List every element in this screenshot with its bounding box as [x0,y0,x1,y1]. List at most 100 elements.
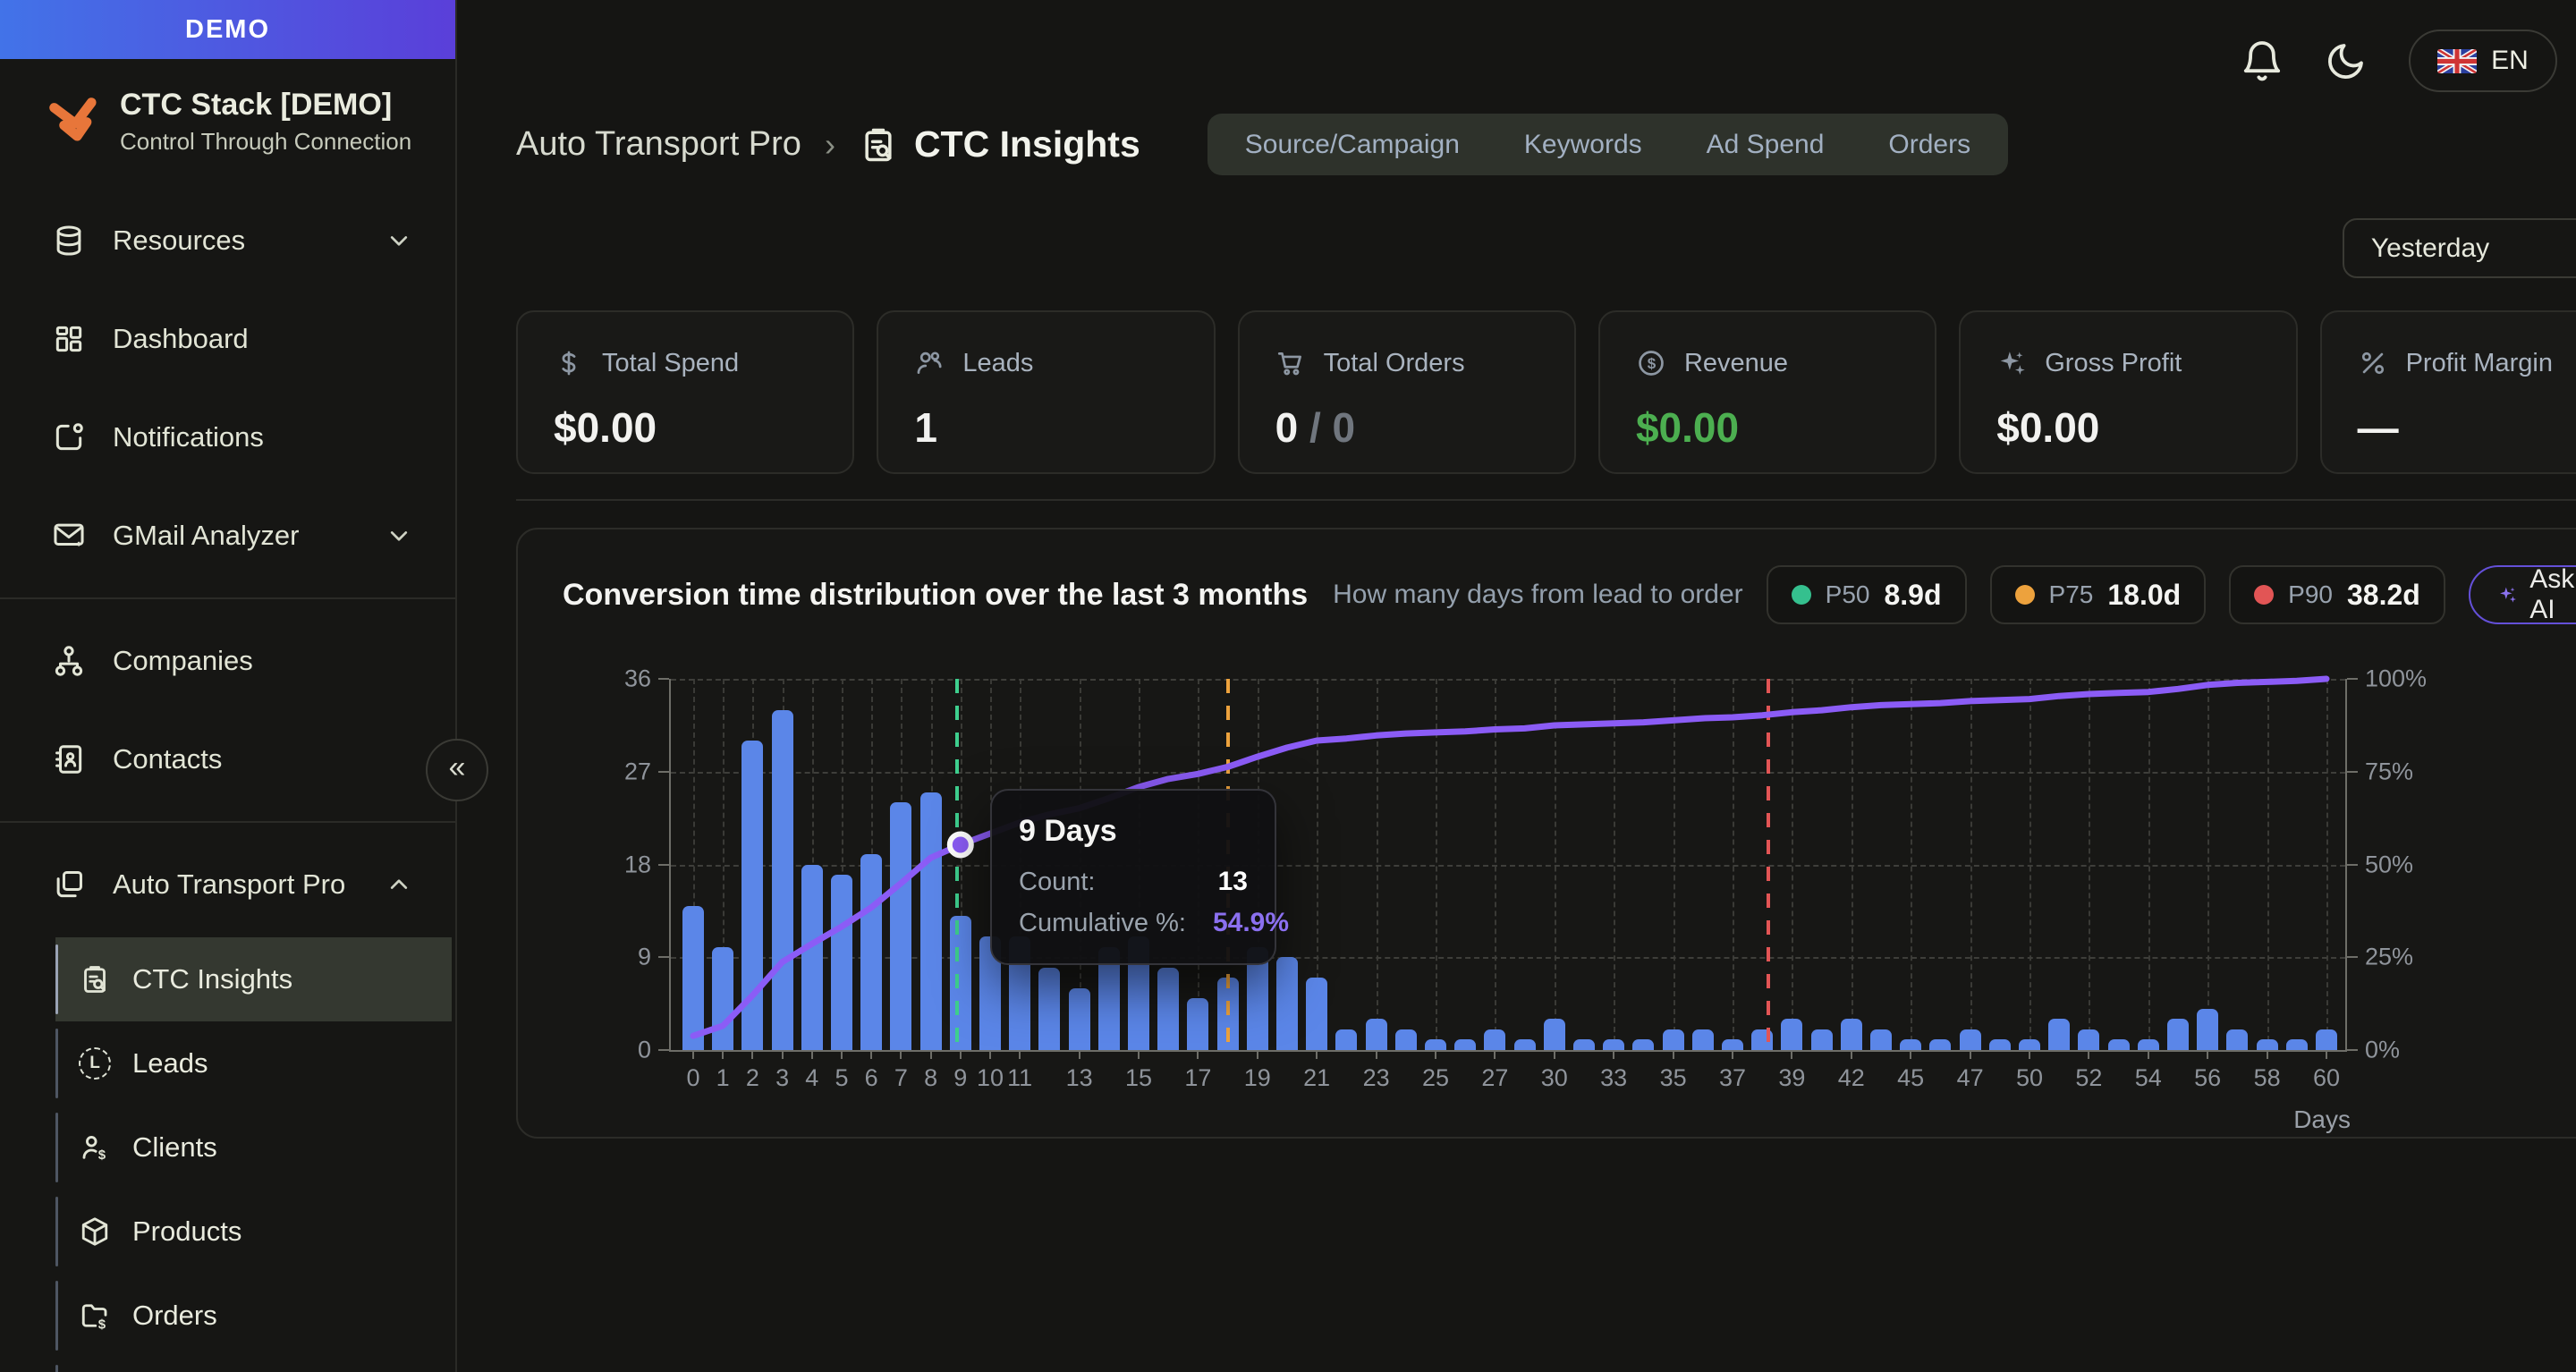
x-tick [1554,1050,1555,1059]
kpi-label: Total Spend [602,349,739,378]
filter-row: Yesterday [516,218,2576,278]
y-axis-label: 18 [624,851,651,878]
sidebar-item-contacts[interactable]: Contacts [0,710,455,809]
dashboard-icon [52,322,86,356]
contacts-icon [52,742,86,776]
sidebar-item-notifications[interactable]: Notifications [0,388,455,487]
kpi-value: $0.00 [1996,403,2259,452]
breadcrumb-separator: › [825,126,835,164]
date-range-select[interactable]: Yesterday [2343,218,2576,278]
percentile-chip-p50: P50 8.9d [1767,565,1967,624]
x-tick [1079,1050,1080,1059]
sidebar-item-resources[interactable]: Resources [0,191,455,290]
y-axis-label: 0 [638,1037,651,1064]
x-tick [2088,1050,2089,1059]
x-tick [1970,1050,1971,1059]
chart-subtitle: How many days from lead to order [1333,580,1743,610]
y2-axis-label: 75% [2365,758,2413,785]
x-tick [811,1050,813,1059]
tab-source-campaign[interactable]: Source/Campaign [1213,114,1492,175]
sidebar-subitem-ctc-insights[interactable]: CTC Insights [55,937,452,1021]
sidebar-project-children: CTC Insights LLeads $Clients Products $O… [0,937,455,1372]
x-tick-label: 13 [1066,1064,1093,1092]
kpi-label: Gross Profit [2045,349,2182,378]
clipboard-search-icon [79,963,111,995]
x-tick-label: 7 [894,1064,908,1092]
x-tick-label: 21 [1303,1064,1330,1092]
hovered-point-marker [950,834,971,855]
brand: CTC Stack [DEMO] Control Through Connect… [0,59,455,165]
chevron-down-icon [384,521,414,551]
chart-tooltip: 9 Days Count: 13 Cumulative %: 54.9% [990,789,1276,965]
x-tick-label: 15 [1125,1064,1152,1092]
y-tick-left [658,678,669,680]
notifications-bell-icon[interactable] [2241,39,2284,82]
sidebar-menu-top: Resources Dashboard Notifications GMail … [0,191,455,585]
x-tick [1673,1050,1674,1059]
sparkles-icon [2497,580,2517,609]
x-tick-label: 23 [1363,1064,1390,1092]
x-tick [1376,1050,1377,1059]
sidebar-collapse-button[interactable]: « [426,739,488,801]
sidebar-item-companies[interactable]: Companies [0,612,455,710]
dark-mode-moon-icon[interactable] [2325,39,2368,82]
x-tick [1435,1050,1436,1059]
x-tick-label: 50 [2016,1064,2043,1092]
y-tick-left [658,864,669,866]
breadcrumb-parent[interactable]: Auto Transport Pro [516,125,801,164]
sidebar-item-gmail-analyzer[interactable]: GMail Analyzer [0,487,455,585]
sidebar-subitem-orders[interactable]: $Orders [55,1274,452,1358]
x-tick [870,1050,872,1059]
kpi-card-profit-margin: Profit Margin — [2320,310,2576,474]
x-tick-label: 19 [1244,1064,1271,1092]
tab-keywords[interactable]: Keywords [1492,114,1674,175]
app-root: DEMO CTC Stack [DEMO] Control Through Co… [0,0,2576,1372]
y2-axis-label: 0% [2365,1037,2400,1064]
x-tick-label: 6 [865,1064,878,1092]
x-tick [1257,1050,1258,1059]
kpi-card-total-spend: Total Spend $0.00 [516,310,854,474]
kpi-value: 0 / 0 [1275,403,1538,452]
tooltip-cumulative-label: Cumulative %: [1019,909,1186,938]
kpi-value: $0.00 [1636,403,1899,452]
y2-axis-label: 100% [2365,665,2427,693]
clients-icon: $ [79,1131,111,1164]
x-tick [1791,1050,1792,1059]
tab-orders[interactable]: Orders [1856,114,2003,175]
x-tick-label: 3 [775,1064,789,1092]
content-divider [516,499,2576,501]
x-tick [2326,1050,2327,1059]
sidebar-subitem-ad-spend[interactable]: ADAd Spend [55,1358,452,1372]
cart-icon [1275,348,1306,378]
x-tick-label: 33 [1600,1064,1627,1092]
x-tick-label: 17 [1184,1064,1211,1092]
sidebar-menu-project: Auto Transport Pro [0,835,455,934]
dollar-circle-icon: $ [1636,348,1666,378]
notifications-icon [52,420,86,454]
sidebar-subitem-clients[interactable]: $Clients [55,1105,452,1190]
sidebar-item-auto-transport-pro[interactable]: Auto Transport Pro [0,835,455,934]
x-tick [960,1050,962,1059]
ask-ai-button[interactable]: Ask AI [2469,565,2576,624]
x-tick-label: 52 [2075,1064,2102,1092]
date-range-value: Yesterday [2371,233,2489,264]
sidebar-subitem-leads[interactable]: LLeads [55,1021,452,1105]
kpi-card-revenue: $ Revenue $0.00 [1598,310,1936,474]
x-tick-label: 60 [2313,1064,2340,1092]
sidebar-item-dashboard[interactable]: Dashboard [0,290,455,388]
leads-icon: L [79,1047,111,1080]
x-tick [930,1050,932,1059]
conversion-chart-card: Conversion time distribution over the la… [516,528,2576,1139]
y-tick-left [658,956,669,958]
orders-icon: $ [79,1300,111,1332]
y-tick-left [658,1049,669,1051]
kpi-label: Total Orders [1324,349,1465,378]
chip-dot-icon [1792,585,1811,605]
kpi-row: Total Spend $0.00 Leads 1 Total Orders 0… [516,310,2576,474]
y-tick-right [2347,771,2358,773]
x-tick [751,1050,753,1059]
language-selector[interactable]: EN [2409,30,2557,92]
x-tick-label: 45 [1897,1064,1924,1092]
tab-ad-spend[interactable]: Ad Spend [1674,114,1857,175]
sidebar-subitem-products[interactable]: Products [55,1190,452,1274]
